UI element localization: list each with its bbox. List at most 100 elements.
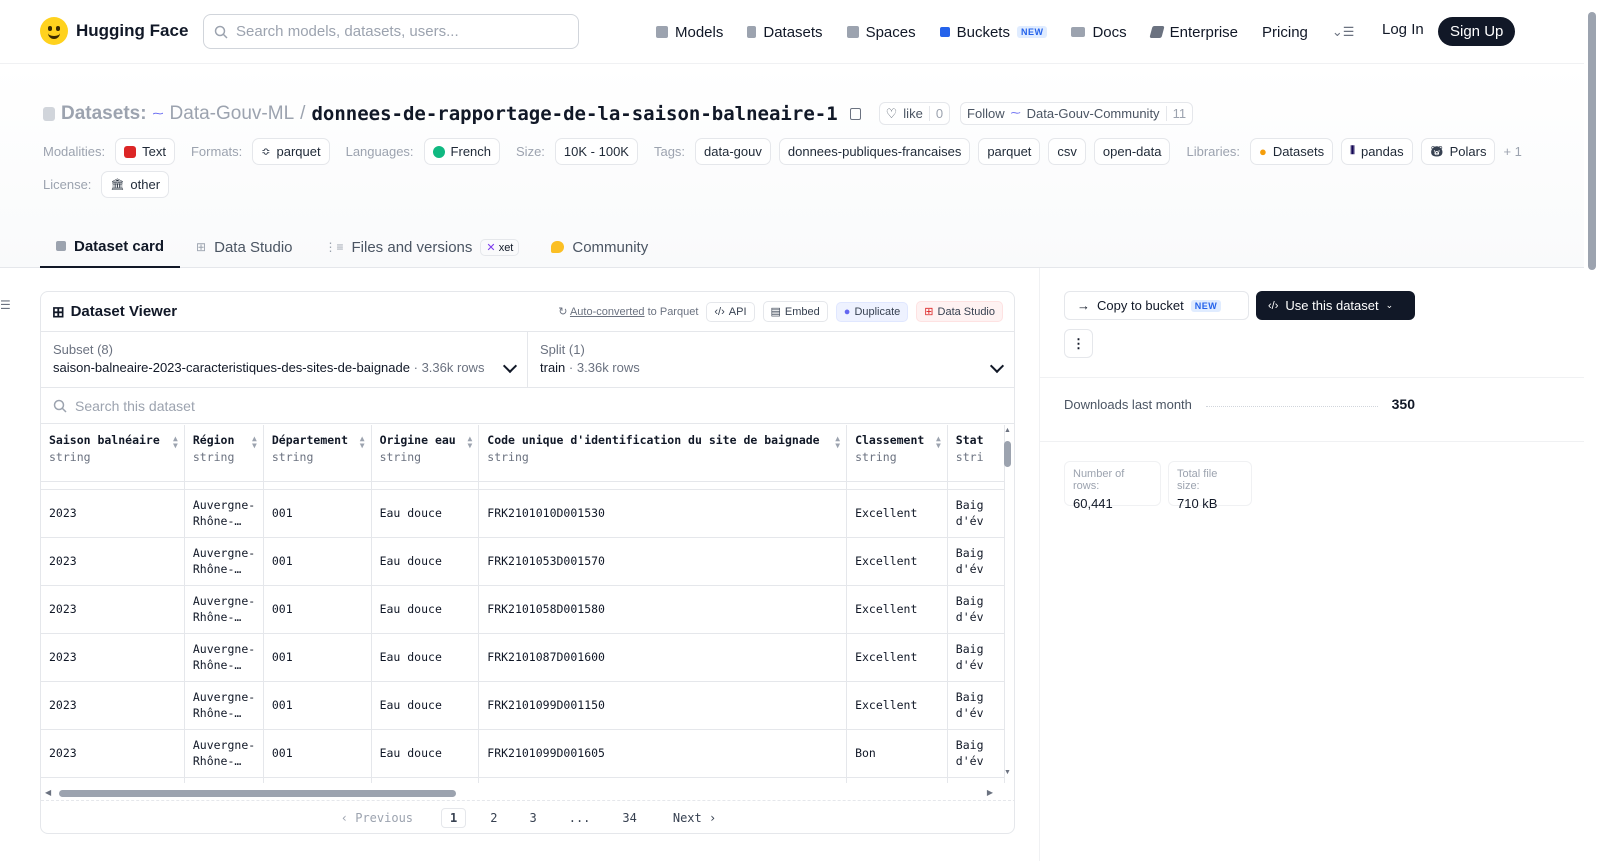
column-header[interactable]: Code unique d'identification du site de …: [478, 425, 848, 482]
column-header[interactable]: Région string ▲ ▼: [184, 425, 264, 482]
tab-community[interactable]: Community: [535, 226, 664, 268]
column-header[interactable]: Stat stri: [947, 425, 1005, 482]
owner-link[interactable]: Data-Gouv-ML: [170, 103, 295, 125]
libraries-more[interactable]: + 1: [1503, 144, 1521, 159]
nav-models[interactable]: Models: [656, 24, 723, 41]
global-search-input[interactable]: [236, 23, 556, 40]
nav-pricing[interactable]: Pricing: [1262, 24, 1308, 41]
tag-item[interactable]: donnees-publiques-francaises: [778, 138, 971, 165]
table-horizontal-scrollbar[interactable]: ◀ ▶: [45, 788, 997, 798]
scroll-down-icon[interactable]: ▼: [1004, 769, 1011, 776]
divider: [1040, 441, 1585, 442]
table-row[interactable]: 2023 Auvergne-Rhône-… 001 Eau douce FRK21010…: [41, 633, 1005, 682]
auto-converted-link[interactable]: Auto-converted: [570, 306, 645, 318]
nav-more-menu[interactable]: ⌄☰: [1332, 24, 1355, 40]
table-cell: FRK2101010D001530: [478, 489, 848, 538]
table-row[interactable]: 2023 Auvergne-Rhône-… 001 Eau douce FRK21010…: [41, 729, 1005, 778]
scrollbar-thumb[interactable]: [59, 790, 456, 797]
tag-item[interactable]: open-data: [1093, 138, 1171, 165]
next-label: Next: [672, 810, 702, 825]
page-button[interactable]: 2: [482, 809, 505, 827]
signup-button[interactable]: Sign Up: [1438, 17, 1516, 46]
format-tag[interactable]: ≎ parquet: [252, 138, 330, 165]
table-row[interactable]: 2023 Auvergne-Rhône-… 001 Eau douce FRK21010…: [41, 585, 1005, 634]
brand-logo[interactable]: Hugging Face: [40, 17, 188, 45]
column-header[interactable]: Classement string ▲ ▼: [846, 425, 948, 482]
data-studio-label: Data Studio: [937, 305, 995, 318]
table-cell: Eau douce: [371, 585, 480, 634]
embed-button[interactable]: ▤ Embed: [762, 301, 828, 322]
previous-page-button[interactable]: ‹ Previous: [333, 809, 421, 827]
scroll-left-icon[interactable]: ◀: [45, 788, 51, 797]
scroll-up-icon[interactable]: ▲: [1004, 427, 1011, 434]
global-search[interactable]: [203, 14, 579, 49]
toc-toggle-icon[interactable]: ☰: [0, 298, 11, 312]
nav-spaces[interactable]: Spaces: [846, 24, 916, 41]
table-row[interactable]: 2023 Auvergne-Rhône-… 001 Eau douce FRK21010…: [41, 537, 1005, 586]
library-tag[interactable]: ⦀ pandas: [1341, 138, 1413, 165]
sort-icon[interactable]: ▲ ▼: [252, 435, 257, 450]
nav-docs[interactable]: Docs: [1071, 24, 1127, 41]
size-tag[interactable]: 10K - 100K: [554, 138, 638, 165]
tab-files-and-versions[interactable]: ⋮≡ Files and versions ✕ xet: [309, 226, 536, 268]
follow-button[interactable]: Follow ⁓ Data-Gouv-Community 11: [960, 102, 1194, 125]
table-row[interactable]: 2023 Auvergne-Rhône-… 001 Eau douce FRK21010…: [41, 681, 1005, 730]
xet-badge: ✕ xet: [480, 238, 520, 256]
nav-datasets[interactable]: Datasets: [747, 24, 823, 41]
modality-tag[interactable]: Text: [115, 138, 175, 165]
copy-to-bucket-button[interactable]: → Copy to bucket NEW: [1064, 291, 1249, 320]
chevron-down-icon: ⌄: [1385, 300, 1394, 310]
sort-icon[interactable]: ▲ ▼: [173, 435, 178, 450]
sort-icon[interactable]: ▲ ▼: [835, 435, 840, 450]
tag-item[interactable]: data-gouv: [695, 138, 771, 165]
scroll-right-icon[interactable]: ▶: [987, 788, 993, 797]
language-tag[interactable]: French: [423, 138, 501, 165]
sort-icon[interactable]: ▲ ▼: [936, 435, 941, 450]
tab-dataset-card[interactable]: Dataset card: [40, 226, 181, 268]
nav-enterprise[interactable]: Enterprise: [1149, 24, 1238, 41]
column-header[interactable]: Saison balnéaire string ▲ ▼: [41, 425, 185, 482]
library-tag[interactable]: ● Datasets: [1249, 138, 1334, 165]
column-header[interactable]: Département string ▲ ▼: [263, 425, 372, 482]
scrollbar-thumb[interactable]: [1004, 441, 1011, 467]
tab-label: Community: [572, 238, 649, 256]
sort-icon[interactable]: ▲ ▼: [467, 435, 472, 450]
spacer-cell: [478, 481, 848, 490]
page-button[interactable]: 3: [521, 809, 544, 827]
tag-item[interactable]: csv: [1048, 138, 1086, 165]
table-row[interactable]: 2023 Auvergne-Rhône-… 001 Eau douce FRK21010…: [41, 489, 1005, 538]
column-header[interactable]: Origine eau string ▲ ▼: [371, 425, 480, 482]
copy-icon[interactable]: [849, 107, 861, 120]
duplicate-button[interactable]: ● Duplicate: [835, 301, 909, 322]
table-row[interactable]: Auvergne- Baig: [41, 777, 1005, 783]
table-cell: Auvergne-Rhône-…: [184, 729, 264, 778]
sort-icon[interactable]: ▲ ▼: [360, 435, 365, 450]
like-label: like: [903, 106, 923, 121]
login-link[interactable]: Log In: [1382, 21, 1424, 38]
api-button[interactable]: ‹/› API: [706, 301, 755, 322]
table-icon: ⊞: [52, 303, 65, 321]
subset-select[interactable]: Subset (8) saison-balneaire-2023-caracte…: [41, 332, 528, 387]
table-vertical-scrollbar[interactable]: ▲ ▼: [1004, 427, 1012, 779]
tag-item[interactable]: parquet: [978, 138, 1041, 165]
page-button[interactable]: 1: [441, 807, 467, 828]
library-tag[interactable]: 🐻︎ Polars: [1420, 138, 1496, 165]
split-select[interactable]: Split (1) train · 3.36k rows: [528, 332, 1014, 387]
dataset-search-input[interactable]: [75, 397, 875, 414]
dataset-search[interactable]: [41, 388, 1014, 424]
scrollbar-thumb[interactable]: [1588, 12, 1596, 270]
more-options-button[interactable]: ⋮: [1064, 329, 1093, 358]
like-button[interactable]: ♡ like 0: [878, 102, 951, 125]
page-scrollbar[interactable]: [1584, 0, 1600, 861]
column-name: Stat: [955, 433, 984, 447]
data-studio-button[interactable]: ⊞ Data Studio: [916, 301, 1003, 322]
page-button[interactable]: 34: [614, 809, 644, 827]
next-page-button[interactable]: Next ›: [665, 809, 724, 827]
table-cell: [846, 777, 948, 783]
nav-buckets[interactable]: Buckets NEW: [939, 24, 1048, 41]
repo-name[interactable]: donnees-de-rapportage-de-la-saison-balne…: [311, 103, 837, 125]
use-this-dataset-button[interactable]: ‹/› Use this dataset ⌄: [1256, 291, 1415, 320]
license-tag[interactable]: 🏛︎ other: [101, 171, 170, 198]
arrow-right-icon: →: [1077, 298, 1090, 313]
tab-data-studio[interactable]: ⊞ Data Studio: [180, 226, 308, 268]
